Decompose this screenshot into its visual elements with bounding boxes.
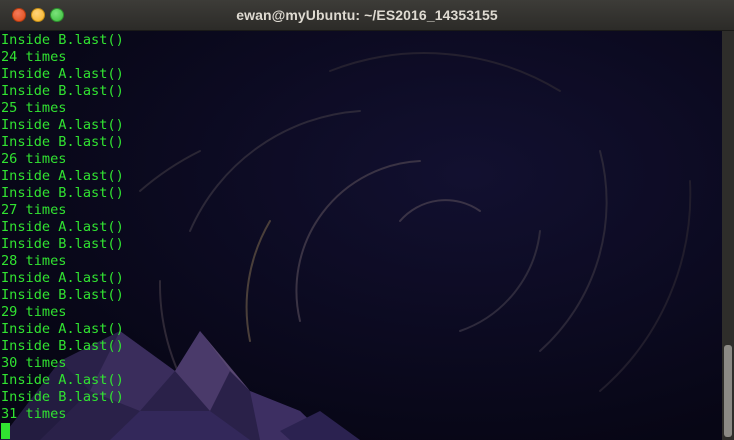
output-line: Inside A.last() [1, 117, 124, 133]
output-line: Inside B.last() [1, 236, 124, 252]
output-line: 29 times [1, 304, 67, 320]
output-line: Inside B.last() [1, 389, 124, 405]
output-line: Inside B.last() [1, 134, 124, 150]
output-line: Inside A.last() [1, 66, 124, 82]
output-line: Inside B.last() [1, 287, 124, 303]
output-line: 25 times [1, 100, 67, 116]
terminal-window: ewan@myUbuntu: ~/ES2016_14353155 Inside … [0, 0, 734, 440]
output-line: Inside A.last() [1, 219, 124, 235]
window-title: ewan@myUbuntu: ~/ES2016_14353155 [236, 7, 498, 23]
output-line: Inside A.last() [1, 372, 124, 388]
output-line: 26 times [1, 151, 67, 167]
output-line: Inside B.last() [1, 185, 124, 201]
output-line: Inside A.last() [1, 321, 124, 337]
output-line: 30 times [1, 355, 67, 371]
text-cursor [1, 423, 10, 439]
output-line: 31 times [1, 406, 67, 422]
output-line: 28 times [1, 253, 67, 269]
terminal-output: Inside B.last() 24 times Inside A.last()… [1, 32, 124, 439]
output-line: Inside B.last() [1, 83, 124, 99]
title-bar[interactable]: ewan@myUbuntu: ~/ES2016_14353155 [0, 0, 734, 31]
scrollbar-thumb[interactable] [724, 345, 732, 437]
output-line: 27 times [1, 202, 67, 218]
output-line: Inside B.last() [1, 32, 124, 48]
terminal-area[interactable]: Inside B.last() 24 times Inside A.last()… [0, 31, 722, 440]
output-line: Inside B.last() [1, 338, 124, 354]
output-line: 24 times [1, 49, 67, 65]
output-line: Inside A.last() [1, 270, 124, 286]
vertical-scrollbar[interactable] [722, 31, 734, 440]
output-line: Inside A.last() [1, 168, 124, 184]
